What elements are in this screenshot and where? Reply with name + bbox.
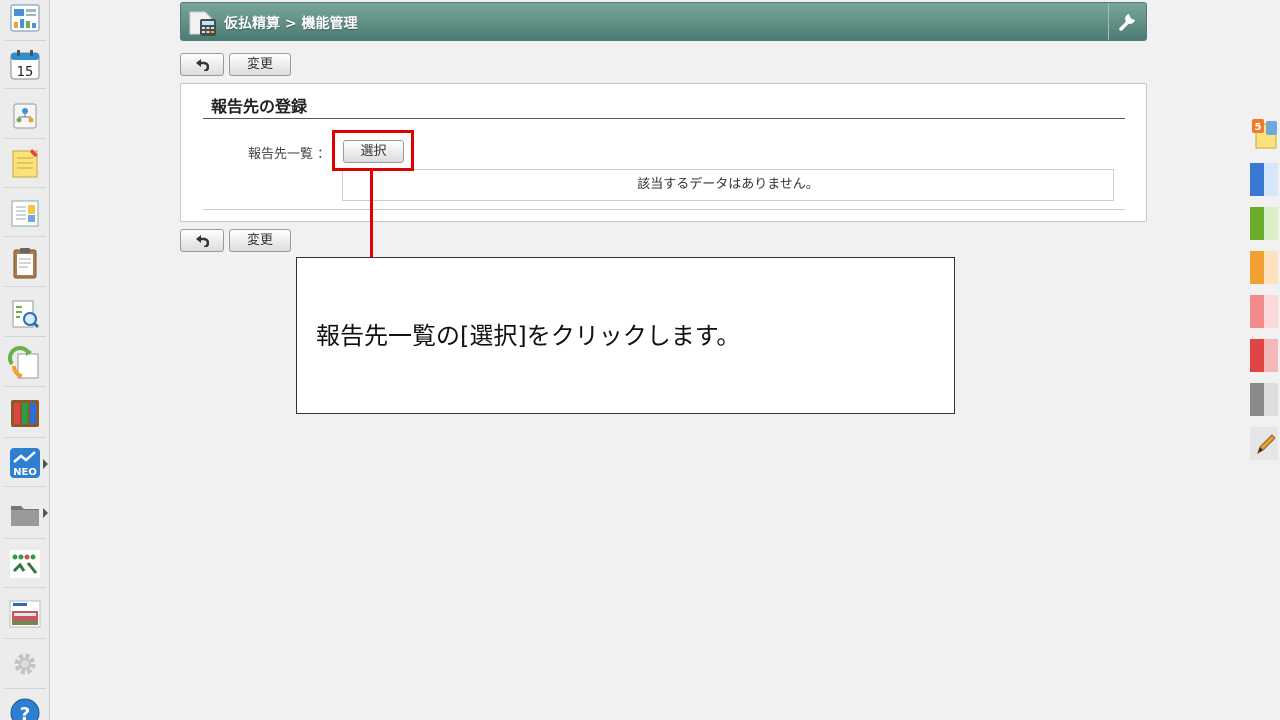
annotation-callout: 報告先一覧の[選択]をクリックします。 [296,257,955,414]
bulletin-board-icon[interactable] [8,196,42,230]
expand-arrow-icon[interactable] [43,508,48,518]
pink-tab[interactable] [1250,295,1278,328]
page-header: 仮払精算 > 機能管理 [180,2,1147,41]
expand-arrow-icon[interactable] [43,459,48,469]
sidebar-separator [4,538,46,539]
section-title: 報告先の登録 [211,97,308,116]
portal-icon[interactable] [8,2,42,36]
back-button[interactable] [180,53,224,76]
binders-icon[interactable] [8,396,42,430]
calendar-icon[interactable]: 15 [8,48,42,82]
report-destination-panel: 報告先の登録 報告先一覧 ： 選択 該当するデータはありません。 [180,83,1147,222]
sidebar-separator [4,40,46,41]
workflow-icon[interactable] [8,346,42,380]
sidebar-separator [4,187,46,188]
green-tab[interactable] [1250,207,1278,240]
change-button-bottom[interactable]: 変更 [229,229,291,252]
back-arrow-icon [196,59,209,71]
calculator-app-icon [189,11,216,36]
neo-chart-icon[interactable]: NEO [8,446,42,480]
clipboard-icon[interactable] [8,246,42,280]
memo-icon[interactable] [8,146,42,180]
report-list-label: 報告先一覧 ： [248,147,331,162]
neo-label: NEO [13,467,37,478]
sidebar-separator [4,638,46,639]
page-title: 仮払精算 > 機能管理 [224,16,358,32]
sidebar-separator [4,437,46,438]
sidebar-separator [4,88,46,89]
search-document-icon[interactable] [8,297,42,331]
gray-tab[interactable] [1250,383,1278,416]
calendar-day-label: 15 [17,65,34,80]
back-arrow-icon [196,235,209,247]
folder-icon[interactable] [8,497,42,531]
orange-tab[interactable] [1250,251,1278,284]
back-button-bottom[interactable] [180,229,224,252]
annotation-highlight-box [332,130,414,171]
change-button[interactable]: 変更 [229,53,291,76]
right-tab-bar: 5 [1248,118,1280,463]
help-label: ? [20,704,30,720]
settings-gear-icon[interactable] [8,647,42,681]
sidebar-separator [4,138,46,139]
app-logo-icon[interactable] [8,547,42,581]
help-icon[interactable]: ? [8,696,42,720]
notification-count: 5 [1255,122,1262,133]
org-chart-icon[interactable] [8,98,42,132]
section-divider [203,118,1125,119]
annotation-text: 報告先一覧の[選択]をクリックします。 [316,322,741,350]
empty-list-message: 該当するデータはありません。 [342,169,1114,201]
sidebar-separator [4,587,46,588]
settings-tool-button[interactable] [1108,3,1146,40]
sidebar-separator [4,486,46,487]
notification-memo-icon[interactable]: 5 [1250,118,1278,151]
annotation-connector-line [370,171,373,258]
pencil-icon[interactable] [1250,427,1278,460]
app-sidebar: 15 NEO ? [0,0,50,720]
sidebar-separator [4,236,46,237]
sidebar-separator [4,286,46,287]
red-tab[interactable] [1250,339,1278,372]
sidebar-separator [4,386,46,387]
blue-tab[interactable] [1250,163,1278,196]
wrench-icon [1119,14,1135,31]
sidebar-separator [4,688,46,689]
sidebar-separator [4,336,46,337]
bus-banner-icon[interactable] [8,597,42,631]
panel-divider [203,209,1125,210]
